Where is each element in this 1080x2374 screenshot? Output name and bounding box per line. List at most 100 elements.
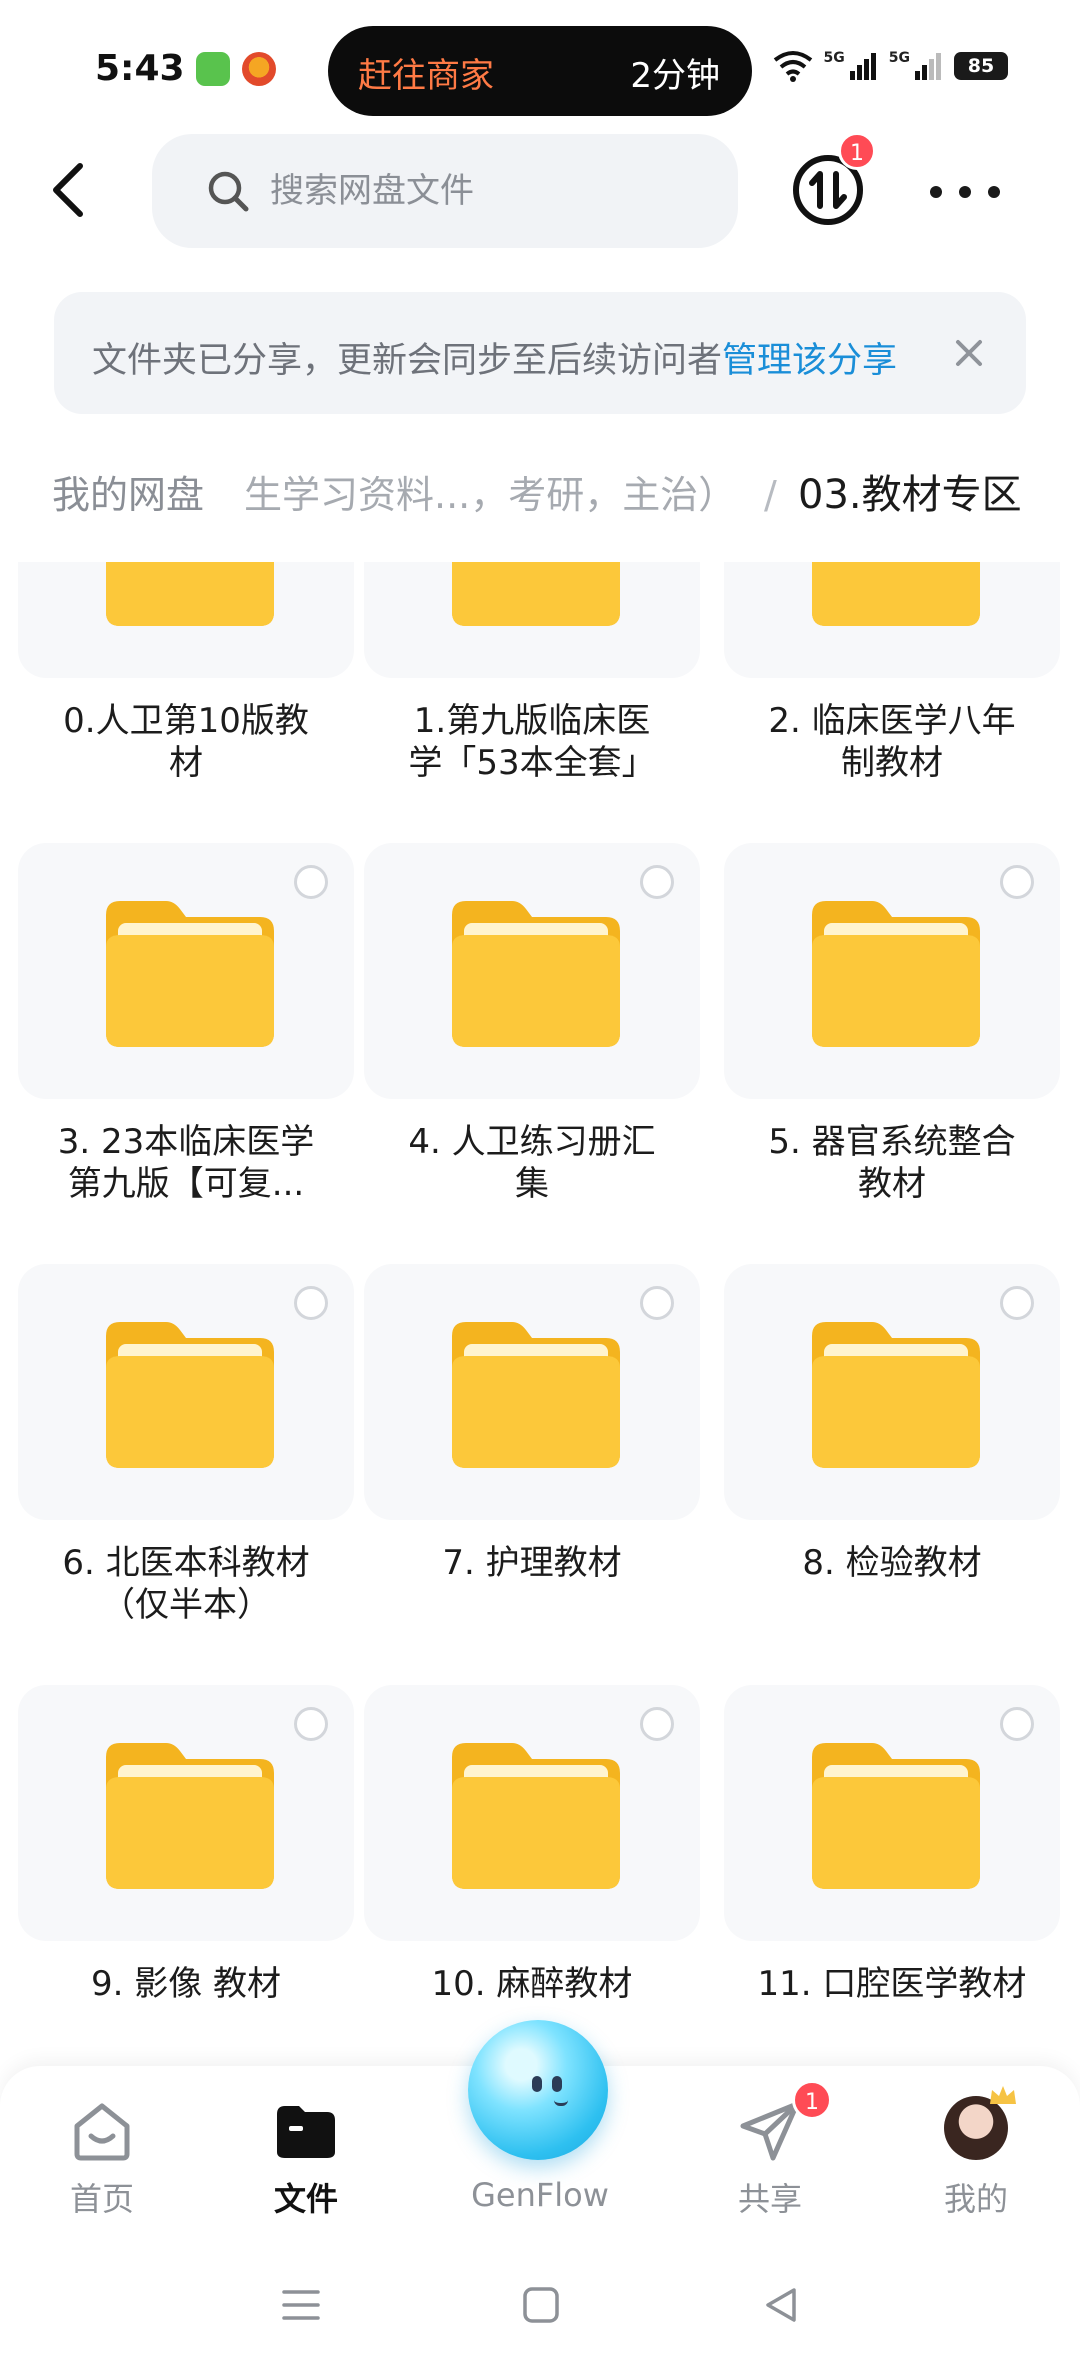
- folder-item[interactable]: 2. 临床医学八年 制教材: [724, 562, 1060, 802]
- breadcrumb-middle[interactable]: 生学习资料...，考研，主治）: [244, 452, 736, 538]
- menu-icon[interactable]: [276, 2280, 326, 2330]
- folder-name-line: 2. 临床医学八年: [768, 701, 1016, 741]
- search-icon: [208, 171, 249, 212]
- signal-type-label-2: 5G: [888, 50, 910, 66]
- folder-item[interactable]: 1.第九版临床医 学「53本全套」: [364, 562, 700, 802]
- live-activity-pill[interactable]: 赶往商家 2分钟: [328, 26, 752, 116]
- folder-icon: [452, 901, 620, 1047]
- folder-thumbnail[interactable]: [724, 1264, 1060, 1520]
- folder-name: 6. 北医本科教材 （仅半本）: [18, 1542, 354, 1626]
- folder-icon: [106, 562, 274, 626]
- home-square-icon[interactable]: [516, 2280, 566, 2330]
- select-checkbox[interactable]: [1000, 865, 1034, 899]
- folder-name: 8. 检验教材: [724, 1542, 1060, 1584]
- folder-grid: 0.人卫第10版教材 1.第九版临床医 学「53本全套」 2. 临床医学八年 制教材 3.…: [0, 562, 1080, 2062]
- folder-item[interactable]: 8. 检验教材: [724, 1264, 1060, 1644]
- select-checkbox[interactable]: [1000, 1707, 1034, 1741]
- folder-item[interactable]: 5. 器官系统整合 教材: [724, 843, 1060, 1223]
- folder-thumbnail[interactable]: [18, 562, 354, 678]
- more-dot-icon: [930, 186, 942, 198]
- folder-item[interactable]: 6. 北医本科教材 （仅半本）: [18, 1264, 354, 1644]
- select-checkbox[interactable]: [640, 1707, 674, 1741]
- signal-icon: [849, 53, 876, 80]
- genflow-button[interactable]: [468, 2020, 608, 2160]
- manage-share-link[interactable]: 管理该分享: [722, 341, 897, 381]
- select-checkbox[interactable]: [294, 1286, 328, 1320]
- select-checkbox[interactable]: [1000, 1286, 1034, 1320]
- back-button[interactable]: [40, 152, 96, 228]
- folder-name-line: 9. 影像 教材: [90, 1964, 282, 2004]
- genflow-mouth-icon: [554, 2100, 568, 2106]
- folder-thumbnail[interactable]: [364, 843, 700, 1099]
- folder-name-line: 教材: [858, 1164, 926, 1204]
- folder-name: 3. 23本临床医学 第九版【可复...: [18, 1121, 354, 1205]
- folder-name-line: 集: [515, 1164, 549, 1204]
- nav-files[interactable]: 文件: [236, 2096, 376, 2220]
- folder-name: 5. 器官系统整合 教材: [724, 1121, 1060, 1205]
- wifi-icon: [773, 51, 812, 82]
- folder-name-line: 6. 北医本科教材: [62, 1543, 310, 1583]
- folder-name-line: 材: [169, 743, 203, 783]
- folder-icon: [452, 1743, 620, 1889]
- folder-item[interactable]: 11. 口腔医学教材: [724, 1685, 1060, 2062]
- folder-item[interactable]: 3. 23本临床医学 第九版【可复...: [18, 843, 354, 1223]
- folder-name-line: 8. 检验教材: [802, 1543, 982, 1583]
- folder-name: 0.人卫第10版教材: [18, 700, 354, 784]
- breadcrumb-current: 03.教材专区: [798, 472, 1022, 518]
- folder-thumbnail[interactable]: [724, 562, 1060, 678]
- folder-thumbnail[interactable]: [18, 843, 354, 1099]
- status-app-icons: [196, 52, 276, 86]
- back-triangle-icon[interactable]: [756, 2280, 806, 2330]
- live-activity-eta: 2分钟: [630, 56, 720, 96]
- folder-name-line: 4. 人卫练习册汇: [408, 1122, 656, 1162]
- select-checkbox[interactable]: [294, 1707, 328, 1741]
- folder-thumbnail[interactable]: [724, 1685, 1060, 1941]
- folder-item[interactable]: 4. 人卫练习册汇集: [364, 843, 700, 1223]
- folder-thumbnail[interactable]: [18, 1685, 354, 1941]
- folder-item[interactable]: 0.人卫第10版教材: [18, 562, 354, 802]
- search-input[interactable]: [270, 171, 690, 211]
- folder-name-line: 3. 23本临床医学: [57, 1122, 315, 1162]
- live-activity-destination: 赶往商家: [358, 56, 494, 96]
- nav-home[interactable]: 首页: [32, 2096, 172, 2220]
- folder-name-line: 学「53本全套」: [408, 743, 656, 783]
- folder-name-line: 5. 器官系统整合: [768, 1122, 1016, 1162]
- folder-item[interactable]: 10. 麻醉教材: [364, 1685, 700, 2062]
- folder-item[interactable]: 9. 影像 教材: [18, 1685, 354, 2062]
- nav-mine-label: 我的: [943, 2180, 1008, 2218]
- folder-thumbnail[interactable]: [18, 1264, 354, 1520]
- close-icon[interactable]: [944, 328, 994, 378]
- select-checkbox[interactable]: [640, 1286, 674, 1320]
- share-notice-banner: 文件夹已分享，更新会同步至后续访问者管理该分享: [54, 292, 1026, 414]
- chevron-left-icon: [53, 163, 83, 217]
- genflow-eye-icon: [532, 2076, 542, 2092]
- folder-thumbnail[interactable]: [364, 1264, 700, 1520]
- folder-icon: [277, 2106, 335, 2158]
- status-indicators: 5G 5G 85: [772, 50, 1008, 82]
- folder-icon: [812, 562, 980, 626]
- share-notice-text: 文件夹已分享，更新会同步至后续访问者管理该分享: [92, 332, 897, 383]
- folder-name: 4. 人卫练习册汇集: [364, 1121, 700, 1205]
- select-checkbox[interactable]: [640, 865, 674, 899]
- select-checkbox[interactable]: [294, 865, 328, 899]
- nav-genflow-label[interactable]: GenFlow: [440, 2176, 640, 2214]
- status-time: 5:43: [95, 48, 185, 89]
- home-icon: [74, 2103, 130, 2161]
- more-options-button[interactable]: [930, 170, 1000, 214]
- search-bar[interactable]: [152, 134, 738, 248]
- nav-home-label: 首页: [69, 2180, 134, 2218]
- folder-name-line: 制教材: [841, 743, 943, 783]
- folder-icon: [812, 1322, 980, 1468]
- folder-thumbnail[interactable]: [364, 1685, 700, 1941]
- nav-mine[interactable]: 我的: [906, 2086, 1046, 2220]
- folder-name: 1.第九版临床医 学「53本全套」: [364, 700, 700, 784]
- folder-thumbnail[interactable]: [724, 843, 1060, 1099]
- bottom-nav: 首页 文件 GenFlow 共享 1 我的: [0, 2020, 1080, 2236]
- folder-thumbnail[interactable]: [364, 562, 700, 678]
- battery-indicator: 85: [954, 52, 1008, 80]
- breadcrumb-separator: /: [764, 473, 777, 517]
- folder-name: 9. 影像 教材: [18, 1963, 354, 2005]
- breadcrumb-root[interactable]: 我的网盘: [28, 452, 229, 538]
- folder-name-line: 0.人卫第10版教: [63, 701, 309, 741]
- folder-item[interactable]: 7. 护理教材: [364, 1264, 700, 1644]
